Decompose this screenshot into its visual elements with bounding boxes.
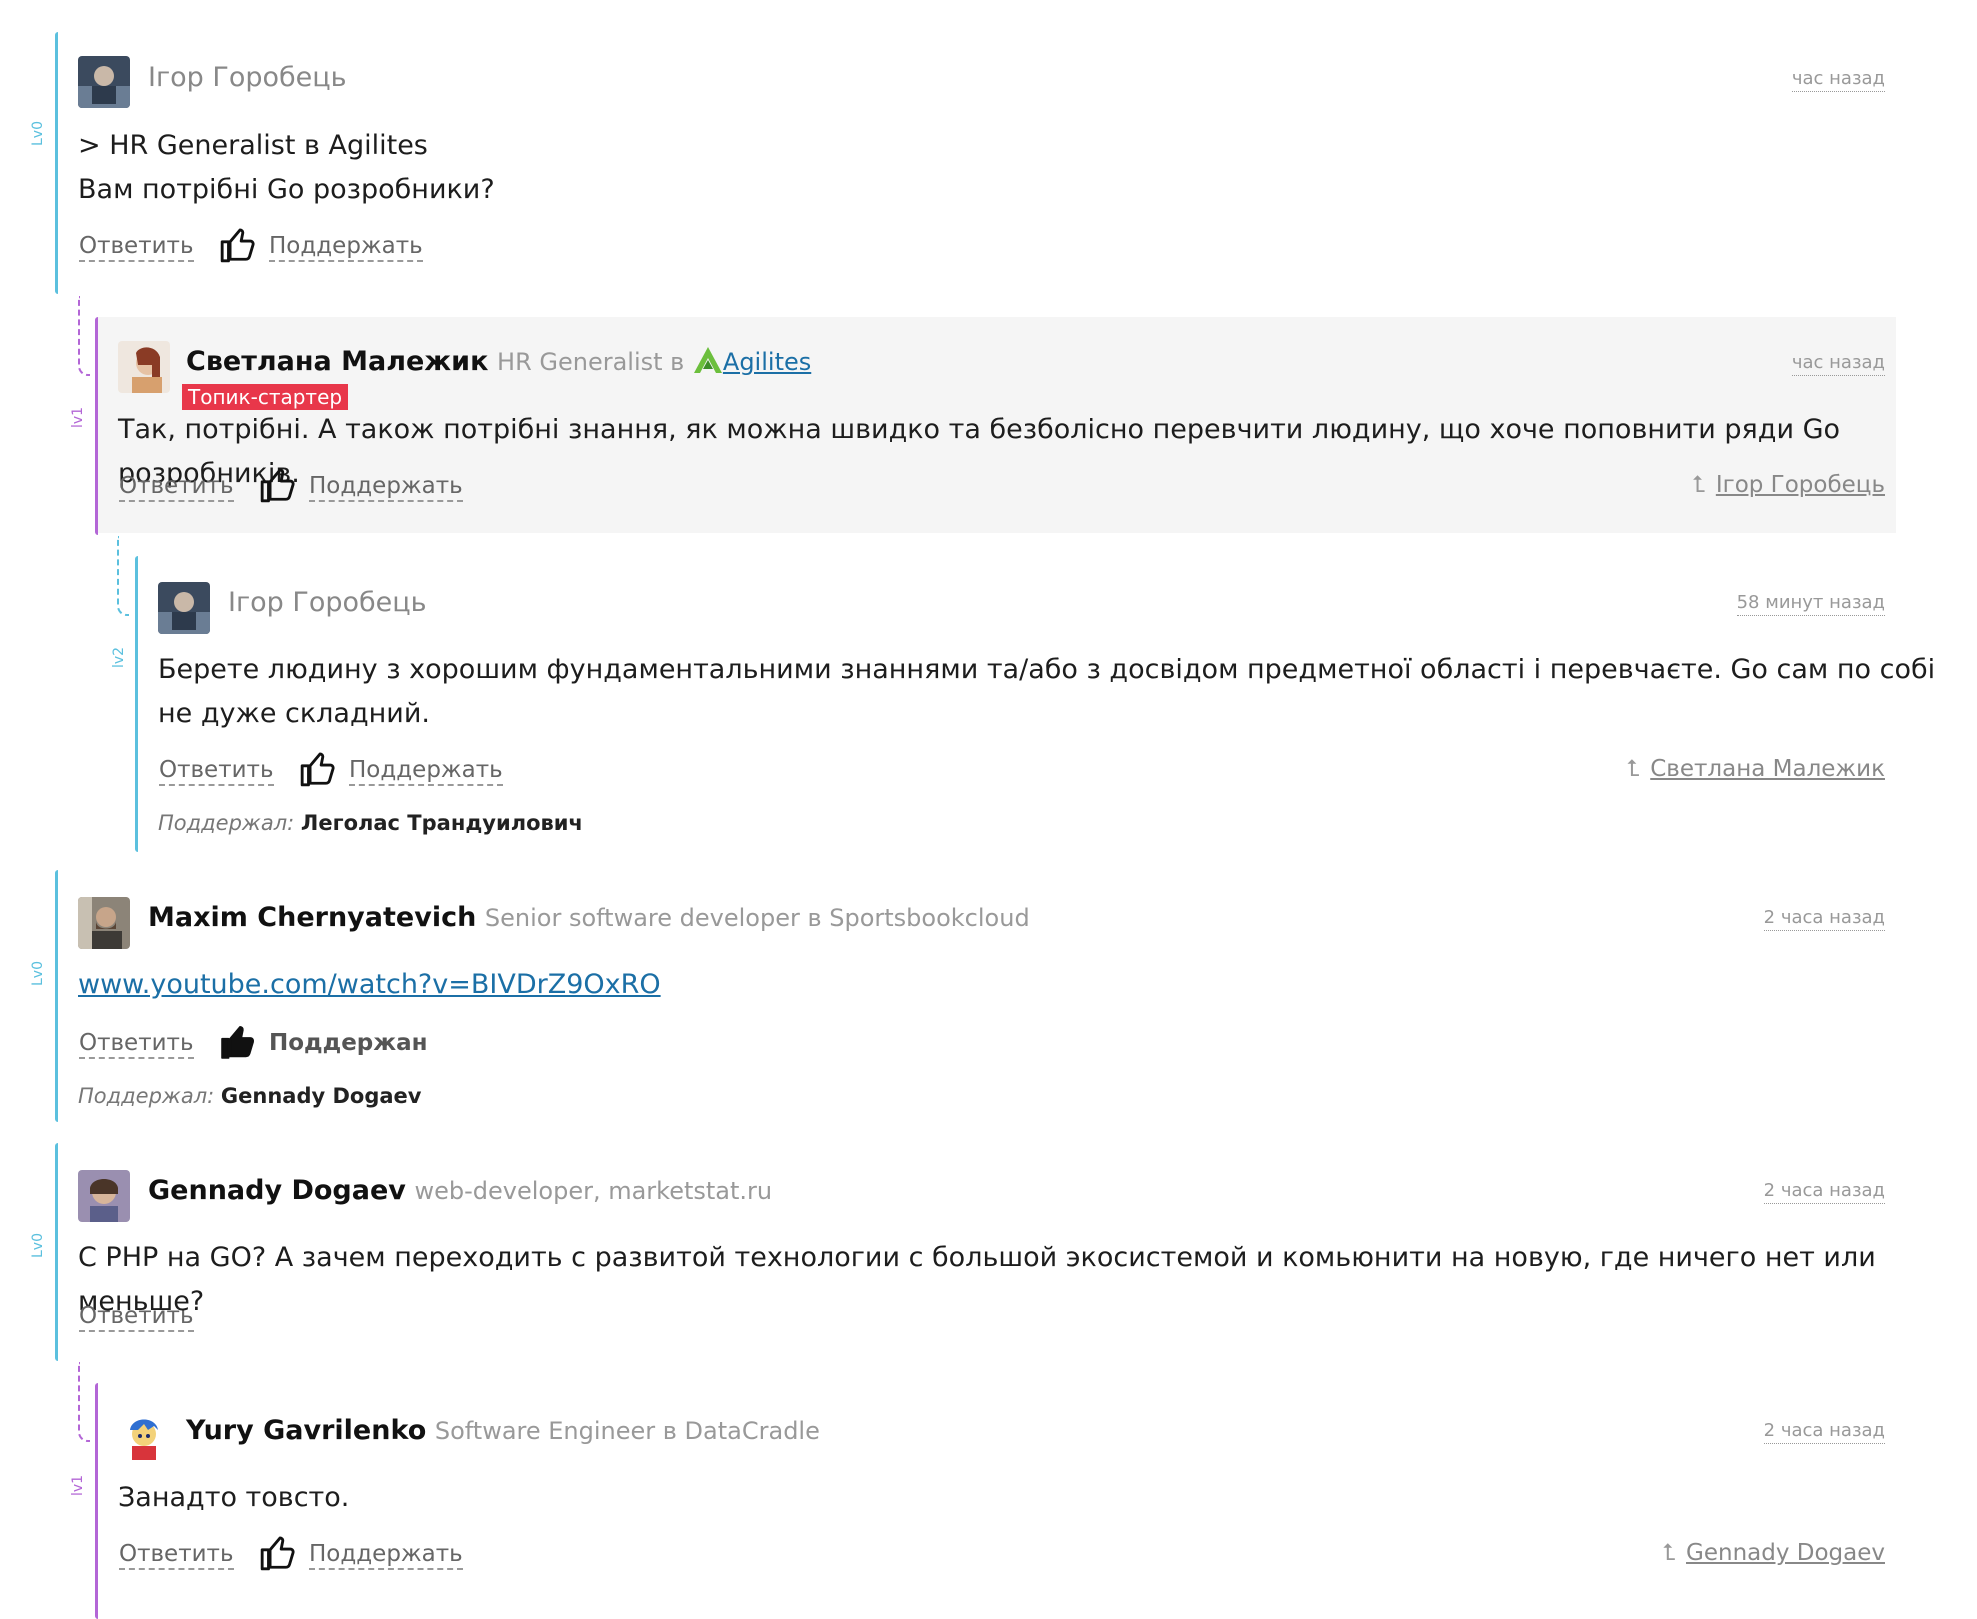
support-button[interactable]: Поддержать <box>269 233 423 262</box>
reply-button[interactable]: Ответить <box>79 233 194 262</box>
company-logo-icon <box>693 347 722 373</box>
comment-author: Yury Gavrilenko Software Engineer в Data… <box>186 1415 820 1446</box>
comment-author: Светлана Малежик HR Generalist в Agilite… <box>186 346 811 377</box>
reply-button[interactable]: Ответить <box>119 473 234 502</box>
thumbs-up-icon[interactable] <box>259 466 297 504</box>
supporters-label: Поддержал: <box>158 811 295 835</box>
avatar[interactable] <box>78 897 130 949</box>
thread-line-lv1 <box>95 317 98 535</box>
level-label: lv1 <box>70 406 86 428</box>
comment-body: Занадто товсто. <box>118 1476 349 1520</box>
thread-connector <box>78 1362 90 1442</box>
topic-starter-badge: Топик-стартер <box>182 384 349 410</box>
level-label: Lv0 <box>30 961 46 986</box>
thread-line-lv0 <box>55 32 58 294</box>
comment-body: www.youtube.com/watch?v=BIVDrZ9OxRO <box>78 963 661 1007</box>
thumbs-up-icon[interactable] <box>299 750 337 788</box>
author-position: HR Generalist в <box>497 348 685 376</box>
parent-arrow-icon: ⮤ <box>1626 756 1641 782</box>
thread-line-lv0 <box>55 870 58 1122</box>
supporters-line: Поддержал: Gennady Dogaev <box>78 1084 421 1108</box>
comment-line: не дуже складний. <box>158 698 430 729</box>
comment-link[interactable]: www.youtube.com/watch?v=BIVDrZ9OxRO <box>78 969 661 1000</box>
thread-line-lv1 <box>95 1383 98 1619</box>
author-position: web-developer, marketstat.ru <box>414 1177 773 1205</box>
avatar[interactable] <box>78 56 130 108</box>
author-position: Senior software developer в Sportsbookcl… <box>484 904 1030 932</box>
comment-author: Gennady Dogaev web-developer, marketstat… <box>148 1175 772 1206</box>
level-label: lv1 <box>70 1474 86 1496</box>
comment-time[interactable]: 58 минут назад <box>1736 592 1885 616</box>
support-button[interactable]: Поддержать <box>309 473 463 502</box>
thread-connector <box>117 536 129 616</box>
parent-author-name[interactable]: Gennady Dogaev <box>1686 1540 1885 1566</box>
supporters-label: Поддержал: <box>78 1084 215 1108</box>
comment-body: Берете людину з хорошим фундаментальними… <box>158 648 1935 736</box>
supporter-name[interactable]: Gennady Dogaev <box>221 1084 422 1108</box>
level-label: Lv0 <box>30 1233 46 1258</box>
thread-line-lv0 <box>55 1143 58 1361</box>
level-label: Lv0 <box>30 121 46 146</box>
author-name[interactable]: Светлана Малежик <box>186 346 488 377</box>
author-name[interactable]: Ігор Горобець <box>228 587 427 618</box>
avatar[interactable] <box>78 1170 130 1222</box>
comment-line: > HR Generalist в Agilites <box>78 130 428 161</box>
comment-body: С PHP на GO? А зачем переходить с развит… <box>78 1236 1977 1324</box>
parent-arrow-icon: ⮤ <box>1662 1540 1677 1566</box>
parent-comment-link[interactable]: ⮤ Ігор Горобець <box>1692 472 1885 498</box>
supporter-name[interactable]: Леголас Трандуилович <box>301 811 583 835</box>
reply-button[interactable]: Ответить <box>119 1541 234 1570</box>
comment-author: Ігор Горобець <box>148 62 347 93</box>
reply-button[interactable]: Ответить <box>79 1303 194 1332</box>
thumbs-up-filled-icon[interactable] <box>219 1023 257 1061</box>
author-name[interactable]: Maxim Chernyatevich <box>148 902 476 933</box>
comment-line: Вам потрібні Go розробники? <box>78 174 495 205</box>
comment-body: > HR Generalist в Agilites Вам потрібні … <box>78 124 495 212</box>
author-position: Software Engineer в DataCradle <box>434 1417 820 1445</box>
parent-arrow-icon: ⮤ <box>1692 472 1706 498</box>
level-label: lv2 <box>111 646 127 668</box>
comment-author: Maxim Chernyatevich Senior software deve… <box>148 902 1030 933</box>
parent-comment-link[interactable]: ⮤ Светлана Малежик <box>1627 756 1885 782</box>
author-name[interactable]: Ігор Горобець <box>148 62 347 93</box>
comment-time[interactable]: час назад <box>1791 352 1885 376</box>
supporters-line: Поддержал: Леголас Трандуилович <box>158 811 583 835</box>
avatar[interactable] <box>118 341 170 393</box>
comment-time[interactable]: час назад <box>1791 68 1885 92</box>
parent-comment-link[interactable]: ⮤ Gennady Dogaev <box>1662 1540 1885 1566</box>
comment-line: Занадто товсто. <box>118 1482 350 1513</box>
author-name[interactable]: Gennady Dogaev <box>148 1175 406 1206</box>
thread-connector <box>78 296 90 376</box>
comment-line: С PHP на GO? А зачем переходить с развит… <box>78 1242 1876 1317</box>
comment-time[interactable]: 2 часа назад <box>1763 1420 1885 1444</box>
support-button[interactable]: Поддержать <box>349 757 503 786</box>
parent-author-name[interactable]: Ігор Горобець <box>1716 472 1885 498</box>
company-link[interactable]: Agilites <box>723 348 811 376</box>
avatar[interactable] <box>118 1410 170 1462</box>
parent-author-name[interactable]: Светлана Малежик <box>1650 756 1885 782</box>
supported-status[interactable]: Поддержан <box>269 1030 428 1056</box>
thumbs-up-icon[interactable] <box>259 1534 297 1572</box>
avatar[interactable] <box>158 582 210 634</box>
comment-time[interactable]: 2 часа назад <box>1763 1180 1885 1204</box>
support-button[interactable]: Поддержать <box>309 1541 463 1570</box>
comment-line: Берете людину з хорошим фундаментальними… <box>158 654 1936 685</box>
thread-line-lv2 <box>135 556 138 852</box>
thumbs-up-icon[interactable] <box>219 226 257 264</box>
comment-author: Ігор Горобець <box>228 587 427 618</box>
reply-button[interactable]: Ответить <box>79 1030 194 1059</box>
comment-time[interactable]: 2 часа назад <box>1763 907 1885 931</box>
author-name[interactable]: Yury Gavrilenko <box>186 1415 426 1446</box>
reply-button[interactable]: Ответить <box>159 757 274 786</box>
